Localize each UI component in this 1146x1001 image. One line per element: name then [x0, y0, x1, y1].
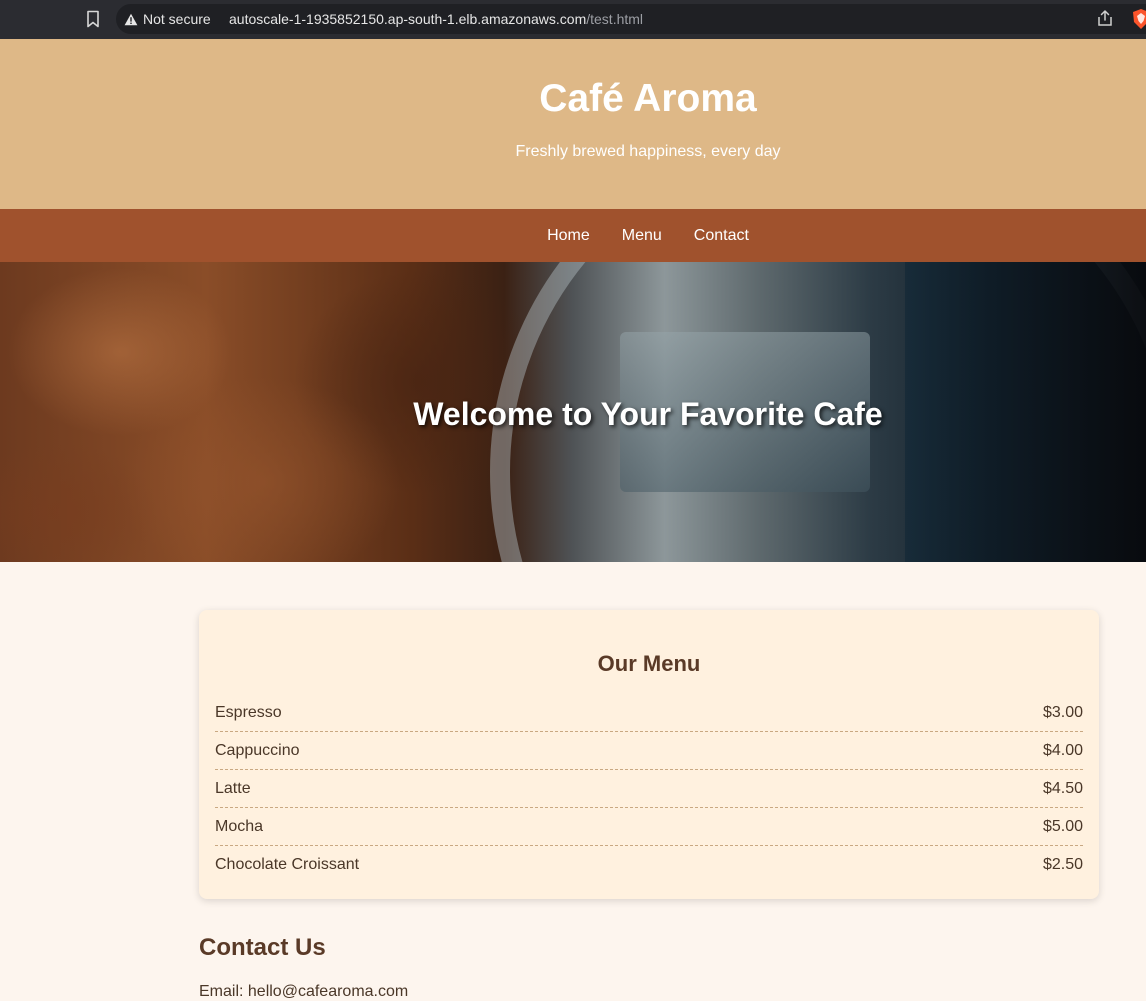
menu-item-name: Latte: [215, 779, 251, 797]
menu-item-price: $2.50: [1042, 856, 1083, 873]
menu-item-name: Chocolate Croissant: [215, 856, 360, 873]
menu-item-name: Espresso: [215, 703, 282, 721]
bookmark-icon[interactable]: [82, 7, 104, 31]
contact-heading: Contact Us: [199, 934, 326, 961]
menu-item: Espresso $3.00: [215, 694, 1083, 732]
menu-item: Mocha $5.00: [215, 808, 1083, 846]
share-icon[interactable]: [1096, 9, 1116, 29]
menu-item: Cappuccino $4.00: [215, 732, 1083, 770]
menu-title: Our Menu: [597, 651, 701, 676]
hero-banner: Welcome to Your Favorite Cafe: [0, 262, 1146, 562]
site-tagline: Freshly brewed happiness, every day: [515, 143, 781, 160]
menu-item-price: $3.00: [1042, 703, 1083, 721]
menu-item: Chocolate Croissant $2.50: [215, 846, 1083, 884]
nav-link-menu[interactable]: Menu: [622, 227, 662, 245]
site-header: Café Aroma Freshly brewed happiness, eve…: [0, 39, 1146, 209]
menu-item: Latte $4.50: [215, 770, 1083, 808]
nav-link-contact[interactable]: Contact: [694, 227, 749, 245]
browser-toolbar: Not secure autoscale-1-1935852150.ap-sou…: [0, 0, 1146, 39]
menu-item-price: $4.50: [1042, 779, 1083, 797]
menu-item-name: Cappuccino: [215, 741, 300, 759]
menu-list: Espresso $3.00 Cappuccino $4.00 Latte $4…: [215, 694, 1083, 884]
security-label: Not secure: [143, 11, 211, 27]
address-bar[interactable]: Not secure autoscale-1-1935852150.ap-sou…: [116, 4, 1146, 34]
url-host: autoscale-1-1935852150.ap-south-1.elb.am…: [229, 11, 587, 27]
url-text[interactable]: autoscale-1-1935852150.ap-south-1.elb.am…: [229, 4, 643, 34]
contact-email[interactable]: Email: hello@cafearoma.com: [199, 983, 408, 1001]
warning-icon: [124, 13, 138, 25]
menu-item-price: $5.00: [1042, 817, 1083, 835]
menu-item-price: $4.00: [1042, 741, 1083, 759]
security-indicator[interactable]: Not secure: [124, 4, 211, 34]
menu-section: Our Menu Espresso $3.00 Cappuccino $4.00…: [199, 610, 1099, 899]
menu-item-name: Mocha: [215, 817, 264, 835]
hero-heading: Welcome to Your Favorite Cafe: [413, 396, 883, 432]
brave-shield-icon[interactable]: [1131, 8, 1146, 30]
url-path: /test.html: [586, 11, 644, 27]
nav-link-home[interactable]: Home: [547, 227, 590, 245]
site-title: Café Aroma: [539, 77, 757, 120]
main-nav: Home Menu Contact: [0, 209, 1146, 262]
